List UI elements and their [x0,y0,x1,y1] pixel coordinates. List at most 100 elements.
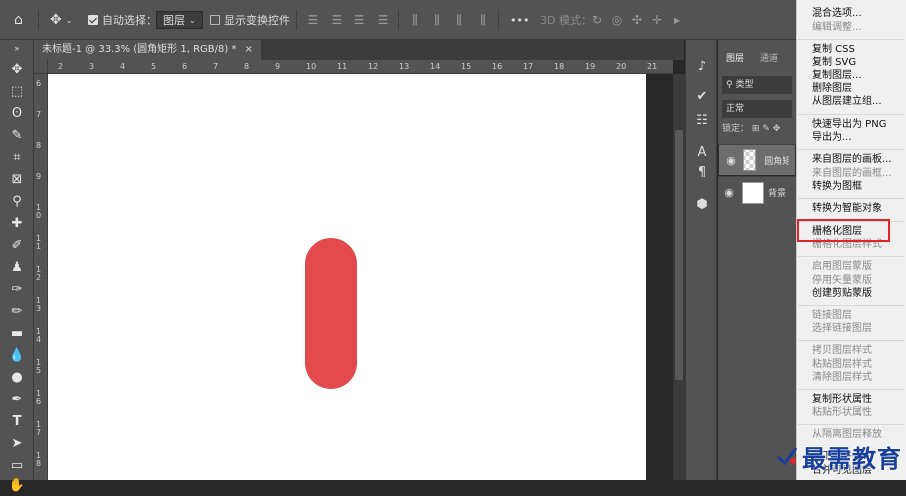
layer-name: 背景 [768,189,787,199]
document-tab-bar: 未标题-1 @ 33.3% (圆角矩形 1, RGB/8) * × [34,40,684,60]
distribute-horizontal-icon[interactable]: ⫼ [476,13,490,27]
auto-select-target-dropdown[interactable]: 图层 ⌄ [156,0,203,40]
chevron-down-icon: ⌄ [189,15,196,25]
align-horizontal-centers-icon[interactable]: ⫼ [430,13,444,27]
character-icon[interactable]: A [693,144,711,162]
menu-item[interactable]: 复制 SVG [812,57,856,69]
align-bottom-edges-icon[interactable]: ☰ [352,13,366,27]
menu-item[interactable]: 创建剪贴蒙版 [812,288,872,300]
menu-item[interactable]: 转换为图框 [812,181,862,193]
document-tab[interactable]: 未标题-1 @ 33.3% (圆角矩形 1, RGB/8) * × [34,40,261,60]
menu-divider [798,305,904,306]
scrollbar-thumb[interactable] [675,130,683,380]
ruler-tick-label: 20 [616,62,627,71]
history-brush-tool-icon[interactable]: ✑ [5,280,29,300]
auto-select-label: 自动选择： [102,14,157,27]
path-selection-tool-icon[interactable]: ➤ [5,434,29,454]
adjust-icon[interactable]: ✔ [693,88,711,106]
blur-tool-icon[interactable]: 💧 [5,346,29,366]
move-tool-preset-icon[interactable]: ✥ ⌄ [50,0,72,40]
align-vertical-centers-icon[interactable]: ☰ [330,13,344,27]
ruler-tick-label: 1 0 [36,203,42,220]
more-options-label: ••• [510,13,530,27]
dodge-tool-icon[interactable]: ● [5,368,29,388]
properties-icon[interactable]: ☷ [693,112,711,130]
ruler-tick-label: 9 [36,172,42,181]
gradient-tool-icon[interactable]: ▬ [5,324,29,344]
rounded-rectangle-shape[interactable] [305,238,357,389]
eyedropper-tool-icon[interactable]: ⚲ [5,192,29,212]
pen-tool-icon[interactable]: ✒ [5,390,29,410]
3d-slide-icon[interactable]: ✛ [650,13,664,27]
3d-roll-icon[interactable]: ◎ [610,13,624,27]
highlight-box [797,219,890,242]
menu-item: 编辑调整... [812,22,862,33]
ruler-tick-label: 1 4 [36,327,42,344]
brush-tool-icon[interactable]: ✐ [5,236,29,256]
ruler-tick-label: 19 [585,62,596,71]
lock-position-icon[interactable]: ✥ [773,124,781,134]
menu-item: 选择链接图层 [812,323,872,334]
menu-item[interactable]: 转换为智能对象 [812,203,882,215]
ruler-tick-label: 1 6 [36,389,42,406]
marquee-tool-icon[interactable]: ⬚ [5,82,29,102]
frame-tool-icon[interactable]: ⊠ [5,170,29,190]
move-tool-icon[interactable]: ✥ [5,60,29,80]
lock-row: 锁定： ⊞ ✎ ✥ [722,121,794,137]
layer-row-rounded-rectangle[interactable]: ◉ 圆角矩形 1 [718,144,796,176]
hand-tool-icon[interactable]: ✋ [5,476,29,496]
menu-divider [798,198,904,199]
auto-select-checkbox[interactable]: 自动选择： [88,0,157,40]
layers-panel-tabs: 图层 通道 [718,50,796,68]
show-transform-controls-checkbox[interactable]: 显示变换控件 [210,0,290,40]
lock-image-icon[interactable]: ✎ [762,124,770,134]
3d-icon[interactable]: ⬢ [693,196,711,214]
paragraph-icon[interactable]: ¶ [693,164,711,182]
3d-scale-icon[interactable]: ▸ [670,13,684,27]
align-top-edges-icon[interactable]: ☰ [306,13,320,27]
blend-mode-dropdown[interactable]: 正常 [722,100,792,118]
layer-row-background[interactable]: ◉ 背景 [718,176,796,208]
3d-orbit-icon[interactable]: ↻ [590,13,604,27]
more-options-button[interactable]: ••• [510,0,529,40]
align-right-edges-icon[interactable]: ⫼ [452,13,466,27]
tools-panel: » ✥ ⬚ ʘ ✎ ⌗ ⊠ ⚲ ✚ ✐ ♟ ✑ ✏ ▬ 💧 ● ✒ T ➤ ▭ … [0,40,34,493]
menu-item[interactable]: 混合选项... [812,8,862,20]
menu-item[interactable]: 删除图层 [812,83,852,95]
filter-kind-dropdown[interactable]: ⚲ 类型 [722,76,792,94]
menu-item[interactable]: 复制图层... [812,70,862,82]
menu-item[interactable]: 快速导出为 PNG [812,119,886,131]
tab-channels[interactable]: 通道 [760,50,778,68]
filter-kind-label: 类型 [735,80,754,90]
ruler-tick-label: 6 [182,62,188,71]
lock-pixels-icon[interactable]: ⊞ [752,124,760,134]
collapse-icon[interactable]: » [5,44,29,54]
eraser-tool-icon[interactable]: ✏ [5,302,29,322]
ruler-tick-label: 11 [337,62,348,71]
3d-pan-icon[interactable]: ✣ [630,13,644,27]
tab-layers[interactable]: 图层 [726,50,744,68]
quick-select-tool-icon[interactable]: ✎ [5,126,29,146]
history-icon[interactable]: ♪ [693,58,711,76]
clone-stamp-tool-icon[interactable]: ♟ [5,258,29,278]
eye-icon[interactable]: ◉ [718,186,740,199]
ruler-tick-label: 21 [647,62,658,71]
blend-mode-value: 正常 [726,104,745,114]
close-icon[interactable]: × [244,40,252,60]
layer-name: 圆角矩形 1 [764,156,789,167]
type-tool-icon[interactable]: T [5,412,29,432]
menu-item[interactable]: 复制 CSS [812,44,855,56]
align-left-edges-icon[interactable]: ⫼ [408,13,422,27]
healing-brush-tool-icon[interactable]: ✚ [5,214,29,234]
ruler-origin[interactable] [34,60,48,74]
home-icon[interactable]: ⌂ [14,0,23,40]
crop-tool-icon[interactable]: ⌗ [5,148,29,168]
menu-item[interactable]: 导出为... [812,132,852,144]
menu-item[interactable]: 来自图层的画板... [812,154,892,166]
distribute-vertical-icon[interactable]: ☰ [376,13,390,27]
menu-item[interactable]: 从图层建立组... [812,96,882,108]
eye-icon[interactable]: ◉ [725,154,737,167]
menu-item[interactable]: 复制形状属性 [812,394,872,406]
shape-tool-icon[interactable]: ▭ [5,456,29,476]
lasso-tool-icon[interactable]: ʘ [5,104,29,124]
